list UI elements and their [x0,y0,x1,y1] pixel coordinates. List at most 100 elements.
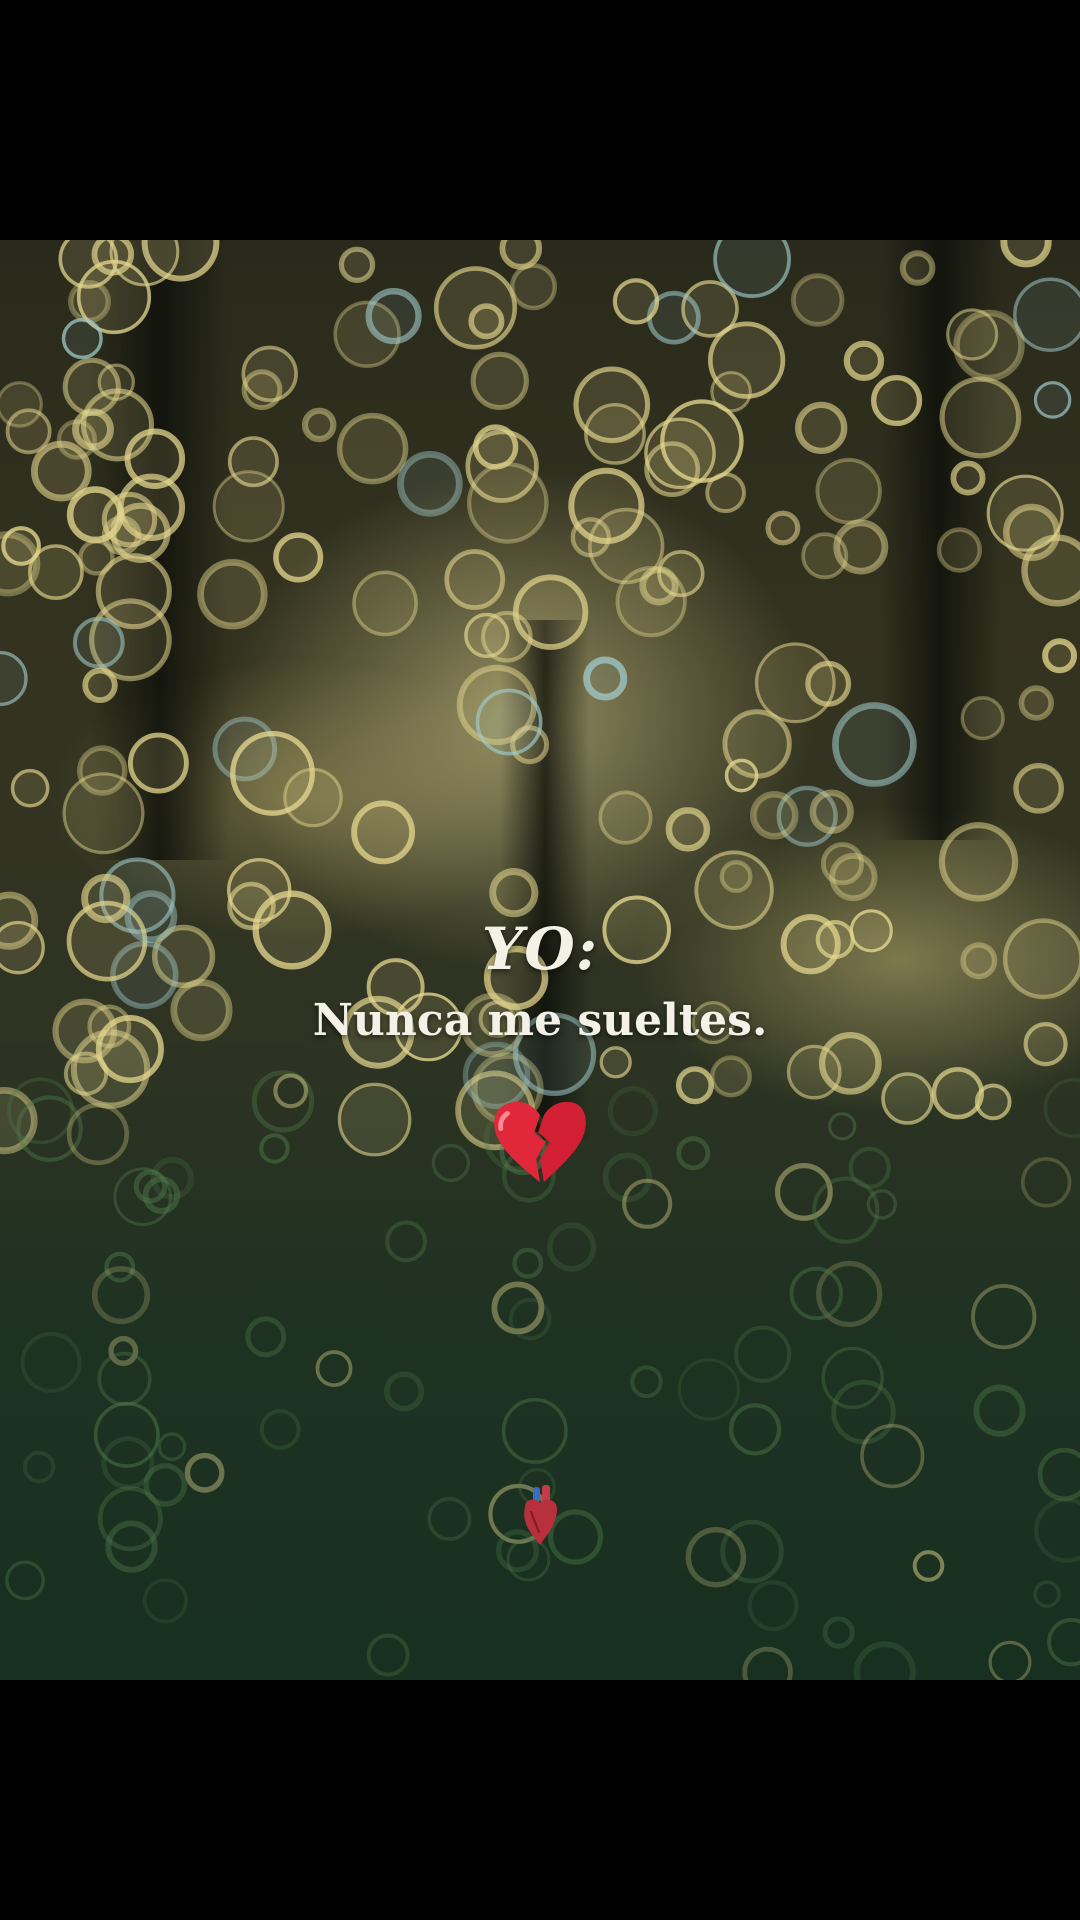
bokeh-ring [1033,381,1072,419]
bokeh-ring [988,1640,1032,1680]
bokeh-ring [0,650,28,707]
bokeh-ring [598,790,653,845]
anatomical-heart-icon [0,1485,1080,1552]
bokeh-ring [72,616,125,669]
bokeh-ring [754,642,836,724]
bokeh-ring [10,768,50,808]
bokeh-ring [1042,638,1078,674]
bokeh-ring [227,858,292,923]
bokeh-ring [470,351,529,411]
bokeh-ring [950,460,986,496]
bokeh-ring [938,822,1019,902]
bokeh-ring [747,1580,799,1632]
bokeh-ring [338,246,376,283]
caption-speaker: YO: [481,915,599,983]
bokeh-ring [899,250,936,286]
bokeh-ring [971,1283,1037,1350]
bokeh-ring [821,1346,884,1410]
bokeh-ring [630,1365,663,1399]
bokeh-ring [795,401,848,455]
bokeh-ring [351,800,416,865]
bokeh-ring [336,412,409,485]
bokeh-ring [599,1046,632,1079]
bokeh-ring [657,550,705,598]
broken-heart-icon [0,1100,1080,1191]
bokeh-ring [499,240,543,270]
bokeh-ring [707,321,786,399]
bokeh-ring [860,1423,925,1489]
bokeh-ring [397,451,463,517]
bokeh-ring [734,1325,792,1383]
bokeh-ring [612,278,660,325]
bokeh-ring [809,789,854,834]
bokeh-ring [473,424,519,470]
bokeh-ring [820,842,865,886]
bokeh-ring [466,462,549,544]
bokeh-ring [953,309,1025,382]
bokeh-ring [713,240,791,299]
bokeh-ring [1021,534,1080,607]
bokeh-ring [385,1220,428,1263]
bokeh-ring [5,1560,45,1601]
bokeh-ring [489,868,539,918]
bokeh-ring [1047,1617,1080,1667]
bokeh-ring [587,507,665,585]
bokeh-ring [108,1335,139,1366]
bokeh-ring [510,263,558,311]
bokeh-ring [1013,762,1064,814]
caption-line: Nunca me sueltes. [312,995,768,1046]
bokeh-ring [157,1432,187,1461]
bokeh-ring [815,457,882,525]
bokeh-ring [853,1641,916,1680]
bokeh-ring [832,702,917,787]
bokeh-ring [665,807,711,852]
bokeh-ring [912,1550,945,1582]
bokeh-ring [462,1041,531,1110]
bokeh-ring [61,318,103,360]
bokeh-ring [871,374,923,427]
bokeh-ring [512,574,589,650]
bokeh-ring [127,732,189,794]
bokeh-ring [675,1066,714,1105]
bokeh-ring [1013,277,1080,352]
bokeh-ring [501,1397,568,1464]
bokeh-ring [728,1403,782,1456]
bokeh-ring [765,510,801,546]
bokeh-ring [831,1379,896,1445]
bokeh-ring [960,695,1005,741]
bokeh-ring [822,1616,855,1649]
bokeh-ring [365,288,422,345]
bokeh-ring [197,559,268,630]
bokeh-ring [801,532,849,580]
bokeh-ring [444,549,506,610]
bokeh-ring [791,273,845,327]
bokeh-ring [573,366,651,444]
bokeh-ring [660,399,744,483]
bokeh-ring [936,527,982,573]
bokeh-ring [259,1409,301,1450]
bokeh-ring [82,667,118,704]
bokeh-ring [786,1044,842,1100]
bokeh-ring [230,730,315,816]
bokeh-ring [227,436,279,488]
bokeh-ring [583,656,628,701]
bokeh-ring [843,340,885,382]
bokeh-ring [1018,685,1055,721]
bokeh-ring [315,1350,353,1388]
bokeh-ring [1,526,41,566]
bokeh-ring [5,408,52,455]
bokeh-ring [273,532,324,583]
bokeh-ring [677,1358,741,1421]
bokeh-ring [1000,240,1052,268]
bokeh-ring [241,345,298,403]
video-stage: YO: Nunca me sueltes. [0,0,1080,1920]
bokeh-ring [91,1265,151,1325]
bokeh-ring [366,1633,410,1677]
bokeh-ring [722,709,792,779]
bokeh-ring [80,388,155,462]
bokeh-ring [384,1371,425,1412]
bokeh-ring [22,1450,56,1484]
bokeh-ring [301,407,337,443]
bokeh-ring [742,1646,793,1680]
bokeh-ring [20,1332,82,1393]
